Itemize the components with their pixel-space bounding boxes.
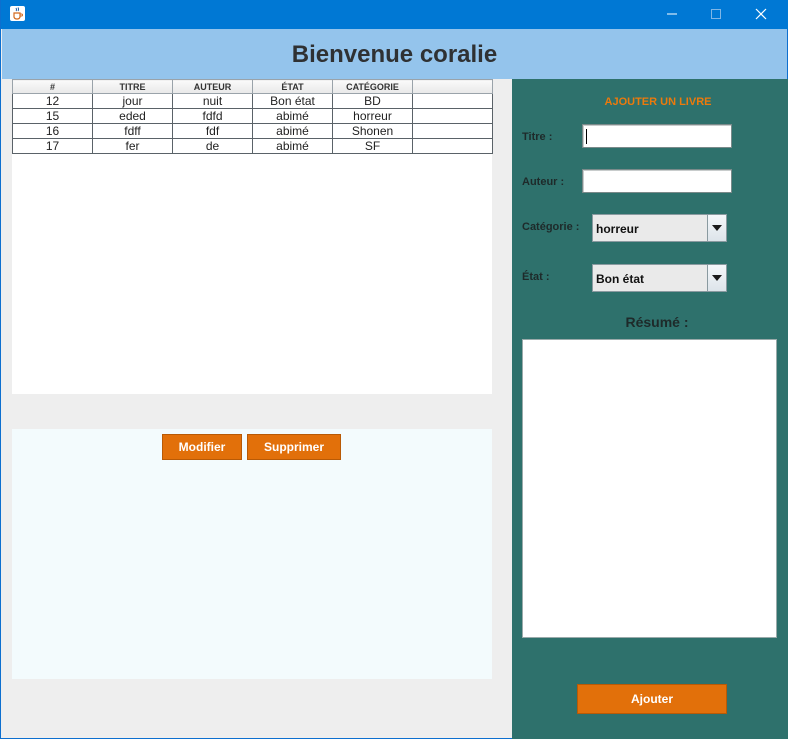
minimize-icon bbox=[667, 13, 677, 15]
categorie-label: Catégorie : bbox=[522, 221, 580, 233]
column-header-categorie[interactable]: CATÉGORIE bbox=[332, 79, 413, 94]
table-row[interactable]: 15 eded fdfd abimé horreur bbox=[12, 108, 493, 124]
titre-field[interactable] bbox=[582, 124, 732, 148]
table-cell[interactable]: nuit bbox=[172, 93, 253, 109]
title-bar[interactable] bbox=[1, 0, 788, 29]
etat-selected-value: Bon état bbox=[596, 272, 644, 286]
modifier-button[interactable]: Modifier bbox=[162, 434, 242, 460]
close-button[interactable] bbox=[739, 0, 783, 29]
actions-panel: Modifier Supprimer bbox=[12, 429, 492, 679]
supprimer-button[interactable]: Supprimer bbox=[247, 434, 341, 460]
auteur-field[interactable] bbox=[582, 169, 732, 193]
titre-label: Titre : bbox=[522, 131, 553, 143]
table-cell[interactable]: horreur bbox=[332, 108, 413, 124]
text-caret bbox=[586, 129, 587, 144]
table-cell[interactable]: fdf bbox=[172, 123, 253, 139]
table-cell[interactable]: 12 bbox=[12, 93, 93, 109]
auteur-label: Auteur : bbox=[522, 176, 565, 188]
add-book-title: AJOUTER UN LIVRE bbox=[604, 96, 712, 108]
table-cell[interactable]: abimé bbox=[252, 123, 333, 139]
column-header-empty[interactable] bbox=[412, 79, 493, 94]
categorie-selected-value: horreur bbox=[596, 222, 639, 236]
resume-label: Résumé : bbox=[625, 314, 689, 330]
table-cell[interactable] bbox=[412, 138, 493, 154]
table-cell[interactable]: de bbox=[172, 138, 253, 154]
table-cell[interactable]: eded bbox=[92, 108, 173, 124]
minimize-button[interactable] bbox=[650, 0, 694, 29]
table-cell[interactable]: 15 bbox=[12, 108, 93, 124]
add-book-panel: AJOUTER UN LIVRE Titre : Auteur : Catégo… bbox=[512, 79, 788, 739]
column-header-id[interactable]: # bbox=[12, 79, 93, 94]
table-cell[interactable]: fdfd bbox=[172, 108, 253, 124]
categorie-dropdown-button[interactable] bbox=[707, 215, 726, 241]
table-cell[interactable]: abimé bbox=[252, 138, 333, 154]
column-header-auteur[interactable]: AUTEUR bbox=[172, 79, 253, 94]
categorie-select[interactable]: horreur bbox=[592, 214, 727, 242]
table-cell[interactable]: Shonen bbox=[332, 123, 413, 139]
column-header-titre[interactable]: TITRE bbox=[92, 79, 173, 94]
table-cell[interactable]: BD bbox=[332, 93, 413, 109]
table-cell[interactable]: jour bbox=[92, 93, 173, 109]
close-icon bbox=[755, 8, 767, 20]
etat-select[interactable]: Bon état bbox=[592, 264, 727, 292]
table-cell[interactable]: 16 bbox=[12, 123, 93, 139]
table-cell[interactable] bbox=[412, 108, 493, 124]
books-table: # TITRE AUTEUR ÉTAT CATÉGORIE 12 jour nu… bbox=[12, 79, 493, 154]
table-row[interactable]: 12 jour nuit Bon état BD bbox=[12, 93, 493, 109]
maximize-button[interactable] bbox=[694, 0, 738, 29]
table-row[interactable]: 16 fdff fdf abimé Shonen bbox=[12, 123, 493, 139]
table-cell[interactable]: fer bbox=[92, 138, 173, 154]
chevron-down-icon bbox=[712, 225, 722, 231]
table-cell[interactable] bbox=[412, 123, 493, 139]
table-header-row: # TITRE AUTEUR ÉTAT CATÉGORIE bbox=[12, 79, 493, 94]
table-cell[interactable]: fdff bbox=[92, 123, 173, 139]
chevron-down-icon bbox=[712, 275, 722, 281]
table-row[interactable]: 17 fer de abimé SF bbox=[12, 138, 493, 154]
table-cell[interactable] bbox=[412, 93, 493, 109]
resume-textarea[interactable] bbox=[522, 339, 777, 638]
welcome-header: Bienvenue coralie bbox=[2, 29, 787, 79]
table-cell[interactable]: 17 bbox=[12, 138, 93, 154]
ajouter-button[interactable]: Ajouter bbox=[577, 684, 727, 714]
table-cell[interactable]: abimé bbox=[252, 108, 333, 124]
etat-label: État : bbox=[522, 271, 550, 283]
books-table-panel: # TITRE AUTEUR ÉTAT CATÉGORIE 12 jour nu… bbox=[12, 79, 493, 394]
maximize-icon bbox=[711, 9, 721, 19]
column-header-etat[interactable]: ÉTAT bbox=[252, 79, 333, 94]
table-cell[interactable]: Bon état bbox=[252, 93, 333, 109]
table-cell[interactable]: SF bbox=[332, 138, 413, 154]
etat-dropdown-button[interactable] bbox=[707, 265, 726, 291]
app-window: Bienvenue coralie # TITRE AUTEUR ÉTAT CA… bbox=[0, 0, 788, 739]
page-title: Bienvenue coralie bbox=[291, 41, 498, 68]
java-cup-icon bbox=[10, 6, 25, 21]
